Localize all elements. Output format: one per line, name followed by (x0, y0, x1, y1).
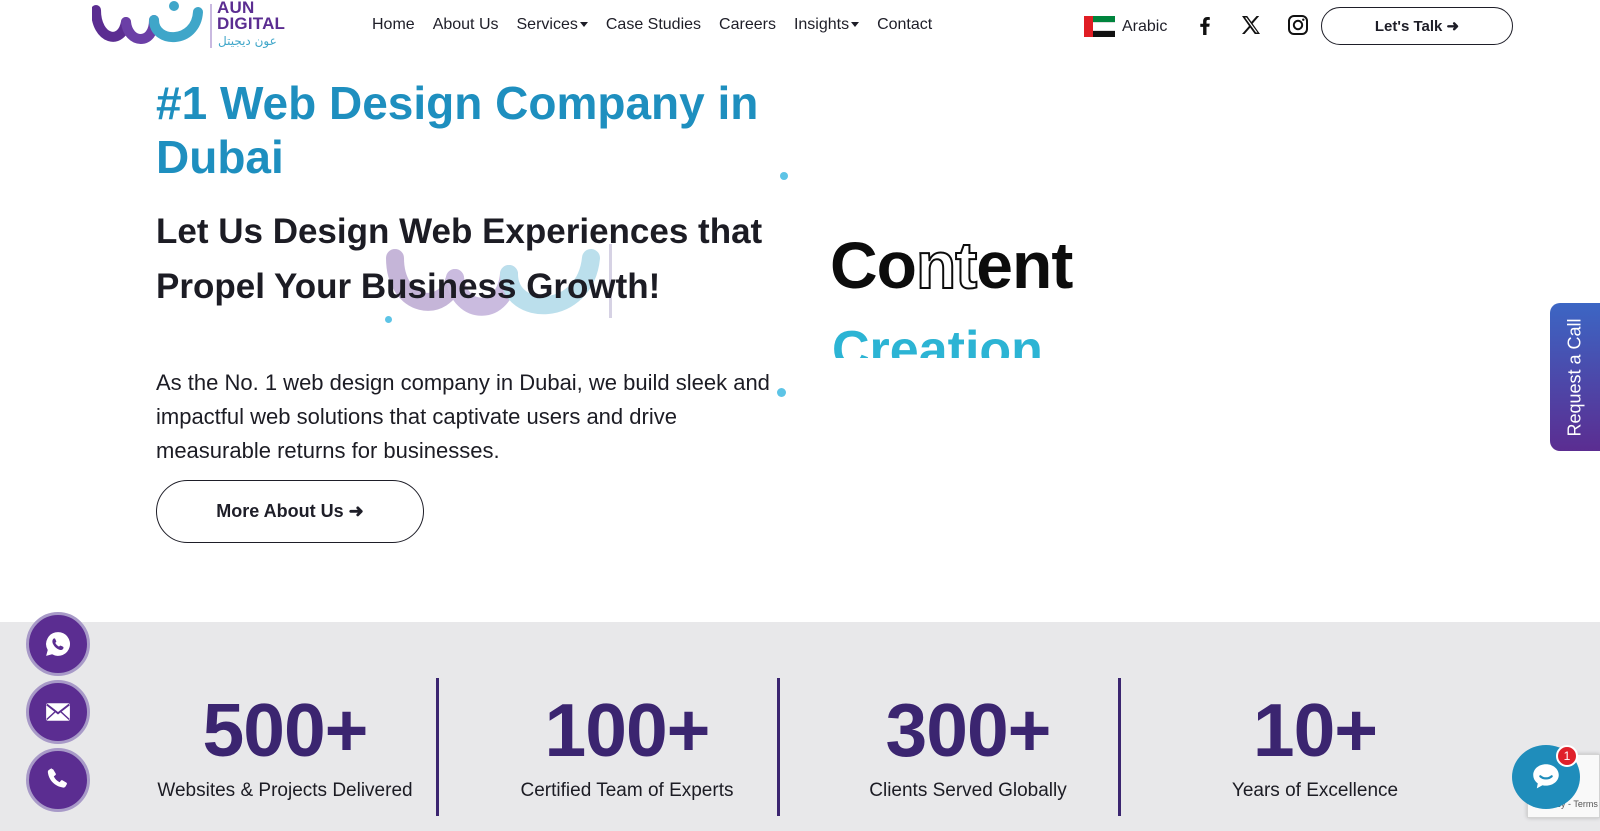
aun-logo-mark-icon (92, 1, 203, 44)
chevron-down-icon (851, 22, 860, 28)
stat-divider (1118, 678, 1121, 816)
graphic-word-creation: Creation (832, 321, 1043, 358)
request-a-call-tab[interactable]: Request a Call (1550, 303, 1600, 451)
hero-description: As the No. 1 web design company in Dubai… (156, 370, 770, 463)
stat-item: 500+ Websites & Projects Delivered (135, 622, 435, 802)
whatsapp-button[interactable] (26, 612, 90, 676)
stat-label: Years of Excellence (1231, 780, 1399, 801)
stat-item: 300+ Clients Served Globally (818, 622, 1118, 802)
logo-text-en: AUN DIGITAL (217, 0, 286, 33)
stat-value: 100+ (544, 688, 711, 772)
lets-talk-button[interactable]: Let's Talk ➜ (1321, 7, 1513, 45)
stat-divider (436, 678, 439, 816)
main-nav: Home About Us Services Case Studies Care… (372, 16, 950, 36)
content-creation-graphic: Content Creation (830, 230, 1200, 370)
phone-button[interactable] (26, 748, 90, 812)
chevron-down-icon (579, 22, 588, 28)
graphic-word-content: Content (830, 230, 1073, 302)
decorative-dot (385, 316, 392, 323)
decorative-dot (777, 388, 786, 397)
facebook-icon[interactable] (1193, 13, 1217, 37)
stat-value: 300+ (885, 688, 1052, 772)
chat-bubble-icon (1533, 764, 1559, 789)
email-button[interactable] (26, 680, 90, 744)
request-a-call-label: Request a Call (1564, 317, 1585, 437)
email-icon (46, 703, 70, 721)
chat-unread-badge: 1 (1556, 745, 1578, 767)
nav-case-studies[interactable]: Case Studies (606, 16, 701, 36)
nav-insights[interactable]: Insights (794, 16, 860, 36)
language-label: Arabic (1122, 17, 1168, 35)
hero-title: #1 Web Design Company in Dubai (156, 77, 759, 183)
logo-divider (210, 4, 212, 48)
x-twitter-icon[interactable] (1239, 13, 1263, 37)
uae-flag-icon (1084, 16, 1115, 37)
nav-careers[interactable]: Careers (719, 16, 776, 36)
stat-value: 500+ (202, 688, 369, 772)
aun-digital-logo[interactable]: AUN DIGITAL عون ديجيتل (92, 0, 292, 52)
stat-value: 10+ (1252, 688, 1378, 772)
stats-section: 500+ Websites & Projects Delivered 100+ … (0, 622, 1600, 831)
stat-label: Websites & Projects Delivered (157, 780, 413, 801)
stat-label: Clients Served Globally (869, 780, 1067, 801)
stat-label: Certified Team of Experts (520, 780, 734, 801)
more-about-us-button[interactable]: More About Us ➜ (156, 480, 424, 543)
logo-text-ar: عون ديجيتل (218, 34, 277, 48)
stat-item: 100+ Certified Team of Experts (477, 622, 777, 802)
phone-icon (47, 768, 67, 788)
navbar: AUN DIGITAL عون ديجيتل Home About Us Ser… (0, 0, 1600, 56)
language-switch[interactable]: Arabic (1084, 16, 1167, 37)
whatsapp-icon (46, 632, 70, 656)
stat-divider (777, 678, 780, 816)
instagram-icon[interactable] (1286, 13, 1310, 37)
hero-subtitle: Let Us Design Web Experiences that Prope… (156, 212, 763, 306)
nav-home[interactable]: Home (372, 16, 415, 36)
nav-about-us[interactable]: About Us (433, 16, 499, 36)
stat-item: 10+ Years of Excellence (1165, 622, 1465, 802)
decorative-dot (780, 172, 788, 180)
nav-services[interactable]: Services (517, 16, 588, 36)
nav-contact[interactable]: Contact (877, 16, 932, 36)
